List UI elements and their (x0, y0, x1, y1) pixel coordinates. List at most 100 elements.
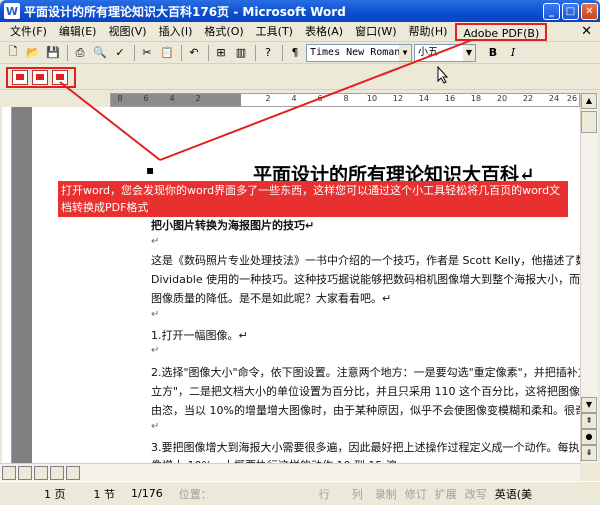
document-line: 1.打开一幅图像。↵ (151, 329, 248, 342)
next-page-icon[interactable]: ⇟ (581, 445, 597, 461)
status-overtype[interactable]: 改写 (461, 486, 491, 502)
menu-edit[interactable]: 编辑(E) (53, 23, 103, 41)
status-bar: 1 页 1 节 1/176 位置： 行 列 录制 修订 扩展 改写 英语(美 (0, 481, 600, 505)
status-section: 1 节 (93, 487, 116, 501)
convert-to-pdf-icon[interactable] (12, 70, 28, 85)
document-line: 这是《数码照片专业处理技法》一书中介绍的一个技巧，作者是 Scott Kelly… (151, 254, 587, 267)
undo-icon[interactable]: ↶ (185, 44, 203, 62)
minimize-button[interactable]: _ (543, 2, 560, 20)
ruler-tick: 4 (291, 94, 297, 103)
font-size-value: 小五 (418, 46, 438, 58)
font-size-select[interactable]: 小五 ▼ (414, 43, 476, 62)
toolbar-separator (67, 44, 68, 61)
chevron-down-icon[interactable]: ▼ (463, 44, 475, 61)
columns-icon[interactable]: ▥ (232, 44, 250, 62)
toolbar-separator (134, 44, 135, 61)
menu-help[interactable]: 帮助(H) (403, 23, 454, 41)
ruler-tick: 26 (566, 94, 578, 103)
word-app-icon: W (4, 3, 20, 19)
window-title: 平面设计的所有理论知识大百科176页 - Microsoft Word (24, 4, 346, 19)
help-icon[interactable]: ? (259, 44, 277, 62)
ruler-tick: 2 (195, 94, 201, 103)
style-icon[interactable]: ¶ (286, 44, 304, 62)
pdf-tools-group (6, 67, 76, 88)
table-icon[interactable]: ⊞ (212, 44, 230, 62)
horizontal-scrollbar[interactable] (0, 463, 580, 481)
status-pages: 1/176 (131, 487, 163, 500)
ruler-tick: 2 (265, 94, 271, 103)
status-line: 行 (318, 487, 330, 501)
font-name-select[interactable]: Times New Roman ▼ (306, 43, 412, 62)
toolbar-separator (208, 44, 209, 61)
save-icon[interactable]: 💾 (44, 44, 62, 62)
ruler-tick: 6 (317, 94, 323, 103)
scroll-up-arrow-icon[interactable]: ▲ (581, 93, 597, 109)
mouse-cursor-icon (437, 66, 449, 84)
ruler-tick: 18 (470, 94, 482, 103)
paragraph-mark: ↵ (151, 421, 160, 432)
close-button[interactable]: ✕ (581, 2, 598, 20)
previous-page-icon[interactable]: ⇞ (581, 413, 597, 429)
toolbar-separator (282, 44, 283, 61)
paragraph-mark: ↵ (151, 236, 160, 247)
document-line: 由恣，当以 10%的增量增大图像时，由于某种原因，似乎不会使图像变模糊和柔和。很… (151, 404, 586, 417)
paragraph-bullet: ▪ (146, 163, 155, 177)
document-line: Dividable 使用的一种技巧。这种技巧据说能够把数码相机图像增大到整个海报… (151, 273, 592, 286)
italic-button[interactable]: I (504, 44, 522, 62)
convert-and-email-pdf-icon[interactable] (32, 70, 48, 85)
menu-format[interactable]: 格式(O) (198, 23, 249, 41)
print-icon[interactable]: ⎙ (71, 44, 89, 62)
close-document-icon[interactable]: ✕ (581, 24, 592, 39)
new-document-icon[interactable]: 🗋 (4, 44, 22, 62)
ruler-tick: 24 (548, 94, 560, 103)
ruler-tick: 14 (418, 94, 430, 103)
bold-button[interactable]: B (484, 44, 502, 62)
ruler-tick: 10 (366, 94, 378, 103)
menu-bar: 文件(F) 编辑(E) 视图(V) 插入(I) 格式(O) 工具(T) 表格(A… (0, 22, 600, 42)
spelling-icon[interactable]: ✓ (111, 44, 129, 62)
status-page: 1 页 (44, 487, 66, 501)
reading-view-icon[interactable] (66, 465, 80, 480)
status-record[interactable]: 录制 (371, 486, 401, 502)
annotation-callout: 打开word，您会发现你的word界面多了一些东西，这样您可以通过这个小工具轻松… (58, 181, 568, 217)
document-line: 图像质量的降低。是不是如此呢？大家看看吧。↵ (151, 292, 392, 305)
menu-file[interactable]: 文件(F) (4, 23, 53, 41)
font-name-value: Times New Roman (310, 46, 401, 58)
ruler-tick: 22 (522, 94, 534, 103)
paragraph-mark: ↵ (151, 345, 160, 356)
menu-table[interactable]: 表格(A) (299, 23, 349, 41)
standard-toolbar: 🗋 📂 💾 ⎙ 🔍 ✓ ✂ 📋 ↶ ⊞ ▥ ? ¶ Times New Roma… (0, 42, 600, 64)
paste-icon[interactable]: 📋 (158, 44, 176, 62)
scroll-down-arrow-icon[interactable]: ▼ (581, 397, 597, 413)
menu-window[interactable]: 窗口(W) (349, 23, 402, 41)
vertical-scrollbar[interactable]: ▲ ▼ ⇞ ● ⇟ (580, 93, 598, 463)
menu-insert[interactable]: 插入(I) (153, 23, 199, 41)
print-view-icon[interactable] (34, 465, 48, 480)
ruler-tick: 4 (169, 94, 175, 103)
cut-icon[interactable]: ✂ (138, 44, 156, 62)
select-browse-object-icon[interactable]: ● (581, 429, 597, 445)
menu-view[interactable]: 视图(V) (102, 23, 152, 41)
menu-tools[interactable]: 工具(T) (250, 23, 299, 41)
horizontal-ruler[interactable]: 8 6 4 2 2 4 6 8 10 12 14 16 18 20 22 24 … (110, 93, 580, 107)
status-extend[interactable]: 扩展 (431, 486, 461, 502)
convert-and-review-pdf-icon[interactable] (52, 70, 68, 85)
normal-view-icon[interactable] (2, 465, 16, 480)
scroll-thumb[interactable] (581, 111, 597, 133)
ruler-tick: 16 (444, 94, 456, 103)
menu-adobe-pdf[interactable]: Adobe PDF(B) (455, 22, 548, 41)
title-bar: W 平面设计的所有理论知识大百科176页 - Microsoft Word _ … (0, 0, 600, 22)
vertical-ruler[interactable] (2, 107, 12, 463)
maximize-button[interactable]: □ (562, 2, 579, 20)
paragraph-mark: ↵ (151, 309, 160, 320)
ruler-tick: 20 (496, 94, 508, 103)
web-view-icon[interactable] (18, 465, 32, 480)
print-preview-icon[interactable]: 🔍 (91, 44, 109, 62)
outline-view-icon[interactable] (50, 465, 64, 480)
chevron-down-icon[interactable]: ▼ (399, 44, 411, 61)
status-track-changes[interactable]: 修订 (401, 486, 431, 502)
document-line: 立方"，二是把文档大小的单位设置为百分比，并且只采用 110 这个百分比，这将把… (151, 385, 592, 398)
status-language: 英语(美 (494, 487, 532, 501)
open-folder-icon[interactable]: 📂 (24, 44, 42, 62)
pdf-toolbar (0, 64, 600, 90)
